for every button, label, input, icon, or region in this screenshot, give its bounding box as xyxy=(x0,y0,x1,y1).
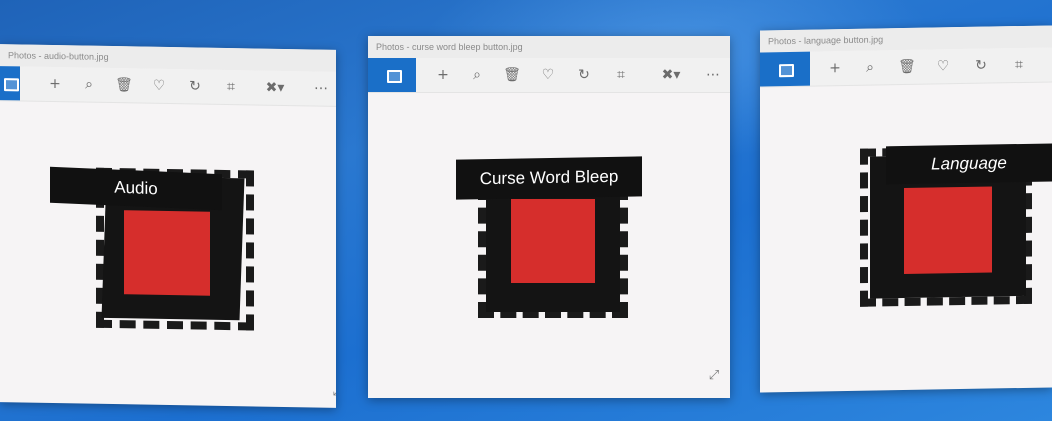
photos-window-curse-word-bleep[interactable]: Photos - curse word bleep button.jpg + ⌕… xyxy=(368,36,730,398)
zoom-icon[interactable]: ⌕ xyxy=(76,67,102,101)
curse-word-bleep-button[interactable] xyxy=(511,199,595,283)
more-icon[interactable]: ⋯ xyxy=(700,58,726,92)
add-icon[interactable]: + xyxy=(42,67,68,101)
image-canvas: Curse Word Bleep ⤢ xyxy=(368,92,730,398)
add-icon[interactable]: + xyxy=(430,58,456,92)
zoom-icon[interactable]: ⌕ xyxy=(464,58,490,92)
more-icon[interactable]: ⋯ xyxy=(308,71,334,105)
crop-icon[interactable]: ⌗ xyxy=(218,70,244,104)
crop-icon[interactable]: ⌗ xyxy=(1006,48,1032,82)
edit-icon[interactable]: ✖▾ xyxy=(658,58,684,92)
delete-icon[interactable]: 🗑 xyxy=(499,58,525,92)
zoom-icon[interactable]: ⌕ xyxy=(857,50,883,84)
photos-app-icon[interactable] xyxy=(760,51,810,87)
photos-window-audio[interactable]: Photos - audio-button.jpg + ⌕ 🗑 ♡ ↻ ⌗ ✖▾… xyxy=(0,44,336,408)
crop-icon[interactable]: ⌗ xyxy=(608,58,634,92)
image-canvas: Language xyxy=(760,81,1052,392)
add-icon[interactable]: + xyxy=(822,51,848,85)
delete-icon[interactable]: 🗑 xyxy=(894,50,920,84)
favorite-icon[interactable]: ♡ xyxy=(146,69,172,103)
rotate-icon[interactable]: ↻ xyxy=(182,69,208,103)
resize-icon[interactable]: ⤢ xyxy=(706,368,722,384)
favorite-icon[interactable]: ♡ xyxy=(930,49,956,83)
rotate-icon[interactable]: ↻ xyxy=(571,58,597,92)
photos-window-language[interactable]: Photos - language button.jpg + ⌕ 🗑 ♡ ↻ ⌗… xyxy=(760,25,1052,393)
rotate-icon[interactable]: ↻ xyxy=(968,48,994,82)
photos-toolbar: + ⌕ 🗑 ♡ ↻ ⌗ ✖▾ ⋯ xyxy=(368,58,730,93)
audio-label: Audio xyxy=(50,166,222,211)
photos-app-icon[interactable] xyxy=(0,66,20,101)
language-button[interactable] xyxy=(904,186,992,275)
language-label: Language xyxy=(886,143,1052,185)
resize-icon[interactable]: ⤢ xyxy=(330,384,336,400)
audio-button[interactable] xyxy=(124,210,210,296)
delete-icon[interactable]: 🗑 xyxy=(111,68,137,102)
curse-word-bleep-label: Curse Word Bleep xyxy=(456,156,642,200)
window-title: Photos - curse word bleep button.jpg xyxy=(368,36,730,58)
photos-app-icon[interactable] xyxy=(368,58,416,92)
edit-icon[interactable]: ✖▾ xyxy=(262,71,288,105)
favorite-icon[interactable]: ♡ xyxy=(535,58,561,92)
image-canvas: Audio ⤢ xyxy=(0,100,336,408)
